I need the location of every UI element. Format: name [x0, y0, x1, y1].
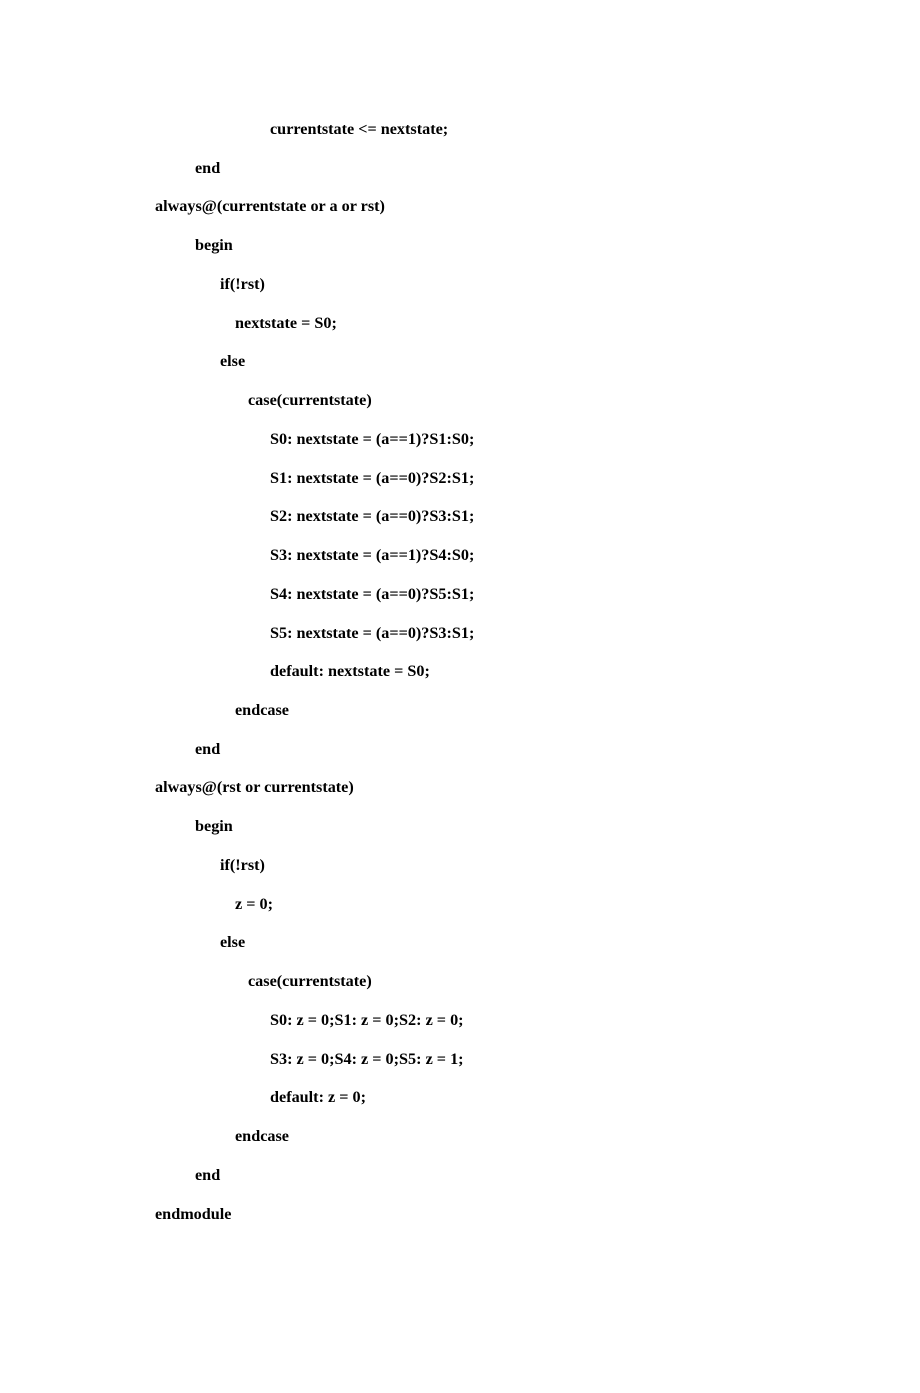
code-line: end: [0, 740, 920, 759]
code-line: always@(rst or currentstate): [0, 778, 920, 797]
code-line: default: z = 0;: [0, 1088, 920, 1107]
code-line: else: [0, 933, 920, 952]
code-line: case(currentstate): [0, 391, 920, 410]
code-line: currentstate <= nextstate;: [0, 120, 920, 139]
code-line: endcase: [0, 701, 920, 720]
code-line: begin: [0, 236, 920, 255]
code-line: S5: nextstate = (a==0)?S3:S1;: [0, 624, 920, 643]
code-line: default: nextstate = S0;: [0, 662, 920, 681]
code-line: S0: z = 0;S1: z = 0;S2: z = 0;: [0, 1011, 920, 1030]
code-line: z = 0;: [0, 895, 920, 914]
code-line: S0: nextstate = (a==1)?S1:S0;: [0, 430, 920, 449]
code-line: begin: [0, 817, 920, 836]
code-line: endmodule: [0, 1205, 920, 1224]
code-line: case(currentstate): [0, 972, 920, 991]
code-line: if(!rst): [0, 856, 920, 875]
code-line: S2: nextstate = (a==0)?S3:S1;: [0, 507, 920, 526]
code-line: always@(currentstate or a or rst): [0, 197, 920, 216]
document-page: currentstate <= nextstate; end always@(cur…: [0, 0, 920, 1393]
code-line: else: [0, 352, 920, 371]
code-line: end: [0, 159, 920, 178]
code-line: S1: nextstate = (a==0)?S2:S1;: [0, 469, 920, 488]
code-line: nextstate = S0;: [0, 314, 920, 333]
code-line: S4: nextstate = (a==0)?S5:S1;: [0, 585, 920, 604]
code-line: end: [0, 1166, 920, 1185]
code-line: S3: z = 0;S4: z = 0;S5: z = 1;: [0, 1050, 920, 1069]
code-line: endcase: [0, 1127, 920, 1146]
code-line: if(!rst): [0, 275, 920, 294]
code-line: S3: nextstate = (a==1)?S4:S0;: [0, 546, 920, 565]
